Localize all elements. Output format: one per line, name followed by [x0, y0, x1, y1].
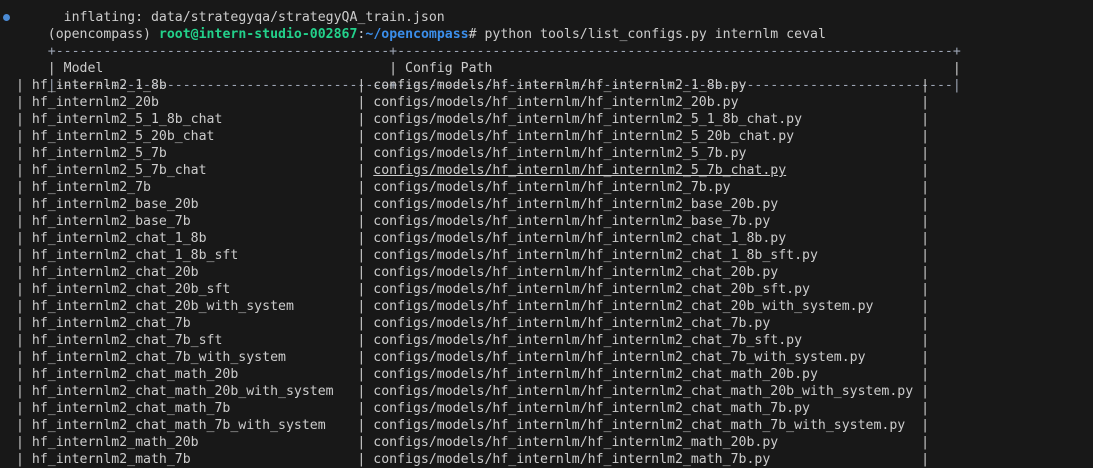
- table-row: | hf_internlm2_chat_math_7b | configs/mo…: [0, 400, 1093, 417]
- config-cell: | configs/models/hf_internlm/hf_internlm…: [357, 452, 930, 467]
- config-cell: | configs/models/hf_internlm/hf_internlm…: [357, 129, 930, 144]
- table-row: | hf_internlm2_base_20b | configs/models…: [0, 196, 1093, 213]
- model-cell: | hf_internlm2_7b: [16, 180, 358, 195]
- model-cell: | hf_internlm2_chat_7b: [16, 316, 358, 331]
- config-cell: | configs/models/hf_internlm/hf_internlm…: [357, 350, 930, 365]
- config-cell: | configs/models/hf_internlm/hf_internlm…: [357, 299, 930, 314]
- config-cell-suffix: |: [786, 163, 930, 178]
- model-cell: | hf_internlm2_chat_math_7b_with_system: [16, 418, 358, 433]
- table-border-top: +---------------------------------------…: [0, 26, 1093, 59]
- model-cell: | hf_internlm2_base_7b: [16, 214, 358, 229]
- config-cell: | configs/models/hf_internlm/hf_internlm…: [357, 367, 930, 382]
- terminal-output[interactable]: inflating: data/strategyqa/strategyQA_tr…: [0, 0, 1093, 468]
- table-row: | hf_internlm2_chat_7b | configs/models/…: [0, 315, 1093, 332]
- table-row: | hf_internlm2_20b | configs/models/hf_i…: [0, 94, 1093, 111]
- config-cell: | configs/models/hf_internlm/hf_internlm…: [357, 282, 930, 297]
- model-cell: | hf_internlm2_20b: [16, 95, 358, 110]
- model-cell: | hf_internlm2_1_8b: [16, 78, 358, 93]
- model-cell: | hf_internlm2_chat_20b_with_system: [16, 299, 358, 314]
- model-cell: | hf_internlm2_chat_1_8b: [16, 231, 358, 246]
- model-cell: | hf_internlm2_chat_math_20b_with_system: [16, 384, 358, 399]
- model-cell: | hf_internlm2_base_20b: [16, 197, 358, 212]
- table-row: | hf_internlm2_base_7b | configs/models/…: [0, 213, 1093, 230]
- table-body: | hf_internlm2_1_8b | configs/models/hf_…: [0, 77, 1093, 468]
- table-row: | hf_internlm2_5_20b_chat | configs/mode…: [0, 128, 1093, 145]
- config-cell: | configs/models/hf_internlm/hf_internlm…: [357, 197, 930, 212]
- model-cell: | hf_internlm2_chat_7b_sft: [16, 333, 358, 348]
- config-cell: | configs/models/hf_internlm/hf_internlm…: [357, 418, 930, 433]
- table-row: | hf_internlm2_7b | configs/models/hf_in…: [0, 179, 1093, 196]
- model-cell: | hf_internlm2_math_7b: [16, 452, 358, 467]
- config-cell: | configs/models/hf_internlm/hf_internlm…: [357, 146, 930, 161]
- table-header-row: | Model | Config Path |: [0, 43, 1093, 76]
- model-cell: | hf_internlm2_5_7b_chat: [16, 163, 358, 178]
- prompt-line: (opencompass) root@intern-studio-002867:…: [0, 9, 1093, 42]
- config-cell: | configs/models/hf_internlm/hf_internlm…: [357, 112, 930, 127]
- model-cell: | hf_internlm2_chat_7b_with_system: [16, 350, 358, 365]
- model-cell: | hf_internlm2_chat_20b_sft: [16, 282, 358, 297]
- table-row: | hf_internlm2_chat_math_7b_with_system …: [0, 417, 1093, 434]
- table-row: | hf_internlm2_chat_math_20b | configs/m…: [0, 366, 1093, 383]
- table-row: | hf_internlm2_chat_1_8b_sft | configs/m…: [0, 247, 1093, 264]
- config-cell: | configs/models/hf_internlm/hf_internlm…: [357, 384, 930, 399]
- config-cell: | configs/models/hf_internlm/hf_internlm…: [357, 333, 930, 348]
- config-cell: | configs/models/hf_internlm/hf_internlm…: [357, 248, 930, 263]
- config-cell: | configs/models/hf_internlm/hf_internlm…: [357, 231, 930, 246]
- table-row: | hf_internlm2_math_7b | configs/models/…: [0, 451, 1093, 468]
- model-cell: | hf_internlm2_chat_math_7b: [16, 401, 358, 416]
- table-row: | hf_internlm2_chat_7b_with_system | con…: [0, 349, 1093, 366]
- table-row: | hf_internlm2_chat_20b | configs/models…: [0, 264, 1093, 281]
- model-cell: | hf_internlm2_chat_1_8b_sft: [16, 248, 358, 263]
- model-cell: | hf_internlm2_chat_math_20b: [16, 367, 358, 382]
- command-decoration-dot-icon[interactable]: [3, 14, 10, 21]
- table-border-mid: |---------------------------------------…: [0, 60, 1093, 93]
- table-row: | hf_internlm2_chat_20b_sft | configs/mo…: [0, 281, 1093, 298]
- config-cell: | configs/models/hf_internlm/hf_internlm…: [357, 180, 930, 195]
- model-cell: | hf_internlm2_math_20b: [16, 435, 358, 450]
- model-cell: | hf_internlm2_5_1_8b_chat: [16, 112, 358, 127]
- config-cell: | configs/models/hf_internlm/hf_internlm…: [357, 265, 930, 280]
- table-row: | hf_internlm2_math_20b | configs/models…: [0, 434, 1093, 451]
- config-cell: | configs/models/hf_internlm/hf_internlm…: [357, 214, 930, 229]
- model-cell: | hf_internlm2_5_20b_chat: [16, 129, 358, 144]
- model-cell: | hf_internlm2_chat_20b: [16, 265, 358, 280]
- config-cell: | configs/models/hf_internlm/hf_internlm…: [357, 435, 930, 450]
- table-row: | hf_internlm2_5_7b | configs/models/hf_…: [0, 145, 1093, 162]
- table-row: | hf_internlm2_5_7b_chat | configs/model…: [0, 162, 1093, 179]
- config-path-link[interactable]: configs/models/hf_internlm/hf_internlm2_…: [373, 163, 786, 178]
- table-row: | hf_internlm2_5_1_8b_chat | configs/mod…: [0, 111, 1093, 128]
- previous-output-line: inflating: data/strategyqa/strategyQA_tr…: [0, 0, 1093, 25]
- table-row: | hf_internlm2_chat_math_20b_with_system…: [0, 383, 1093, 400]
- config-cell-prefix: |: [357, 163, 374, 178]
- config-cell: | configs/models/hf_internlm/hf_internlm…: [357, 95, 930, 110]
- table-row: | hf_internlm2_chat_20b_with_system | co…: [0, 298, 1093, 315]
- table-row: | hf_internlm2_chat_1_8b | configs/model…: [0, 230, 1093, 247]
- table-row: | hf_internlm2_chat_7b_sft | configs/mod…: [0, 332, 1093, 349]
- model-cell: | hf_internlm2_5_7b: [16, 146, 358, 161]
- config-cell: | configs/models/hf_internlm/hf_internlm…: [357, 316, 930, 331]
- config-cell: | configs/models/hf_internlm/hf_internlm…: [357, 401, 930, 416]
- table-row: | hf_internlm2_1_8b | configs/models/hf_…: [0, 77, 1093, 94]
- config-cell: | configs/models/hf_internlm/hf_internlm…: [357, 78, 930, 93]
